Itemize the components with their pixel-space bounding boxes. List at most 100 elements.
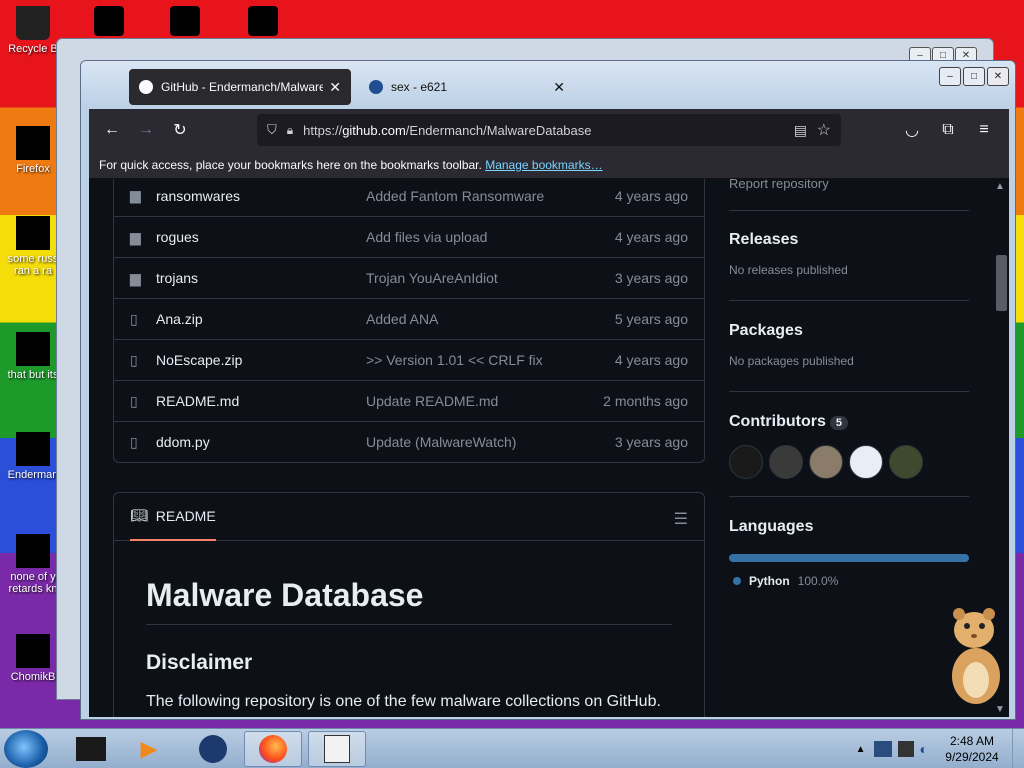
- book-icon: 📖︎: [130, 507, 148, 523]
- avatar[interactable]: [809, 445, 843, 479]
- commit-age: 5 years ago: [614, 311, 688, 327]
- reader-view-icon[interactable]: ▤: [794, 122, 807, 139]
- show-desktop-button[interactable]: [1012, 729, 1024, 768]
- menu-icon[interactable]: ≡: [967, 113, 1001, 147]
- table-row[interactable]: ▆ rogues Add files via upload 4 years ag…: [114, 216, 704, 257]
- extensions-icon[interactable]: ⧉: [931, 113, 965, 147]
- scroll-up-icon[interactable]: ▲: [995, 181, 1005, 192]
- media-player-icon: ▶: [140, 736, 158, 761]
- readme-disclaimer-heading: Disclaimer: [146, 651, 253, 674]
- file-name[interactable]: NoEscape.zip: [156, 352, 366, 368]
- taskbar-app-1[interactable]: [62, 731, 120, 767]
- readme-paragraph: The following repository is one of the f…: [146, 693, 661, 710]
- taskbar-firefox[interactable]: [244, 731, 302, 767]
- readme-header: 📖︎ README ☰: [114, 493, 704, 541]
- desktop-icon-top-3[interactable]: [248, 6, 278, 36]
- firefox-window: GitHub - Endermanch/MalwareDatabase ✕ se…: [80, 60, 1016, 720]
- globe-icon: [199, 735, 227, 763]
- desktop-icon-russ[interactable]: some russ ran a ra: [2, 216, 64, 277]
- shield-icon[interactable]: ⛉: [267, 122, 277, 138]
- tab-close-icon[interactable]: ✕: [329, 79, 341, 96]
- taskbar-media-player[interactable]: ▶: [120, 731, 178, 767]
- taskbar-solitaire[interactable]: [308, 731, 366, 767]
- languages-heading: Languages: [729, 518, 814, 535]
- manage-bookmarks-link[interactable]: Manage bookmarks…: [485, 158, 602, 172]
- lock-icon[interactable]: 🔒︎: [287, 123, 293, 138]
- firefox-icon: [16, 126, 50, 160]
- url-bar[interactable]: ⛉ 🔒︎ https://github.com/Endermanch/Malwa…: [257, 114, 841, 146]
- commit-message[interactable]: >> Version 1.01 << CRLF fix: [366, 352, 584, 368]
- pocket-icon[interactable]: ◡: [895, 113, 929, 147]
- commit-age: 3 years ago: [614, 434, 688, 450]
- cards-icon: [324, 735, 350, 763]
- forward-arrow-icon[interactable]: →: [129, 113, 163, 147]
- start-button[interactable]: [4, 730, 48, 768]
- file-name[interactable]: trojans: [156, 270, 366, 286]
- avatar[interactable]: [769, 445, 803, 479]
- desktop-icon-that-but-its[interactable]: that but its: [2, 332, 64, 381]
- commit-message[interactable]: Update README.md: [366, 393, 584, 409]
- desktop-icon-top-2[interactable]: [170, 6, 200, 36]
- desktop-icon-none-of-y[interactable]: none of y retards kn: [2, 534, 64, 595]
- table-row[interactable]: ▯ ddom.py Update (MalwareWatch) 3 years …: [114, 421, 704, 462]
- contributors-heading[interactable]: Contributors 5: [729, 413, 969, 431]
- tab-e621[interactable]: sex - e621 ✕: [359, 69, 575, 105]
- table-row[interactable]: ▯ Ana.zip Added ANA 5 years ago: [114, 298, 704, 339]
- table-row[interactable]: ▆ ransomwares Added Fantom Ransomware 4 …: [114, 179, 704, 216]
- tab-close-icon[interactable]: ✕: [553, 79, 565, 96]
- close-button[interactable]: ✕: [987, 67, 1009, 86]
- github-icon: [139, 80, 153, 94]
- reload-icon[interactable]: ↻: [163, 113, 197, 147]
- report-repository-link[interactable]: Report repository: [729, 179, 829, 191]
- desktop-icon-firefox[interactable]: Firefox: [2, 126, 64, 175]
- language-item[interactable]: Python 100.0%: [729, 574, 969, 588]
- commit-message[interactable]: Update (MalwareWatch): [366, 434, 584, 450]
- file-icon: ▯: [130, 433, 138, 450]
- desktop-icon-label: some russ ran a ra: [7, 253, 59, 277]
- readme-title: Malware Database: [146, 577, 672, 625]
- commit-message[interactable]: Added Fantom Ransomware: [366, 188, 584, 204]
- navigation-toolbar: ← → ↻ ⛉ 🔒︎ https://github.com/Endermanch…: [89, 109, 1009, 151]
- commit-message[interactable]: Added ANA: [366, 311, 584, 327]
- outline-list-icon[interactable]: ☰: [674, 509, 688, 529]
- file-name[interactable]: rogues: [156, 229, 366, 245]
- packages-heading[interactable]: Packages: [729, 322, 969, 340]
- avatar[interactable]: [889, 445, 923, 479]
- desktop-icon-recycle-bin[interactable]: Recycle B: [2, 6, 64, 55]
- readme-tab[interactable]: 📖︎ README: [130, 493, 216, 541]
- desktop-icon-enderman[interactable]: Enderman: [2, 432, 64, 481]
- avatar[interactable]: [729, 445, 763, 479]
- file-name[interactable]: ransomwares: [156, 188, 366, 204]
- url-text[interactable]: https://github.com/Endermanch/MalwareDat…: [303, 123, 591, 138]
- tray-expand-icon[interactable]: ▲: [856, 744, 866, 755]
- scrollbar-thumb[interactable]: [996, 255, 1007, 311]
- speaker-icon[interactable]: ◐: [920, 741, 928, 757]
- network-icon[interactable]: [873, 741, 892, 757]
- url-path: /Endermanch/MalwareDatabase: [405, 122, 592, 138]
- system-tray: ▲ ◐ 2:48 AM 9/29/2024: [856, 729, 1024, 768]
- minimize-button[interactable]: –: [939, 67, 961, 86]
- file-name[interactable]: README.md: [156, 393, 366, 409]
- desktop-icon-top-1[interactable]: [94, 6, 124, 36]
- clock[interactable]: 2:48 AM 9/29/2024: [932, 733, 1012, 765]
- table-row[interactable]: ▯ NoEscape.zip >> Version 1.01 << CRLF f…: [114, 339, 704, 380]
- bookmark-star-icon[interactable]: ☆: [817, 120, 831, 140]
- github-page: ▆ ransomwares Added Fantom Ransomware 4 …: [89, 179, 1009, 717]
- commit-message[interactable]: Add files via upload: [366, 229, 584, 245]
- file-icon: [16, 216, 50, 250]
- desktop-icon-chomikb[interactable]: ChomikB: [2, 634, 64, 683]
- commit-message[interactable]: Trojan YouAreAnIdiot: [366, 270, 584, 286]
- file-name[interactable]: Ana.zip: [156, 311, 366, 327]
- avatar[interactable]: [849, 445, 883, 479]
- taskbar-app-globe[interactable]: [184, 731, 242, 767]
- table-row[interactable]: ▆ trojans Trojan YouAreAnIdiot 3 years a…: [114, 257, 704, 298]
- display-icon[interactable]: [897, 741, 914, 757]
- releases-section: Releases No releases published: [729, 231, 969, 301]
- tab-github[interactable]: GitHub - Endermanch/MalwareDatabase ✕: [129, 69, 351, 105]
- table-row[interactable]: ▯ README.md Update README.md 2 months ag…: [114, 380, 704, 421]
- maximize-button[interactable]: □: [963, 67, 985, 86]
- back-arrow-icon[interactable]: ←: [95, 113, 129, 147]
- file-name[interactable]: ddom.py: [156, 434, 366, 450]
- commit-age: 2 months ago: [603, 393, 688, 409]
- releases-heading[interactable]: Releases: [729, 231, 969, 249]
